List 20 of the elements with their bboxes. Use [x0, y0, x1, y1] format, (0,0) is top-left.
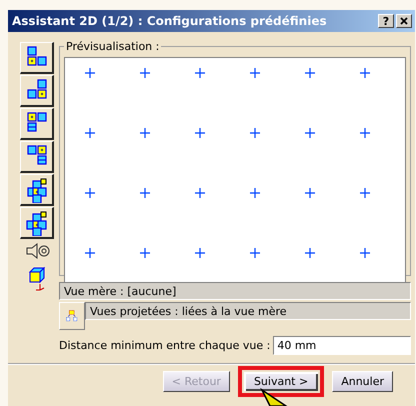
layout-button[interactable]: [20, 207, 54, 239]
layout-button[interactable]: [20, 174, 54, 206]
dialog-button[interactable]: Suivant >: [238, 366, 324, 397]
parent-view-field: Vue mère : [aucune]: [59, 282, 411, 300]
close-icon: [400, 17, 408, 25]
help-button[interactable]: ?: [378, 14, 394, 28]
dialog-button[interactable]: Annuler: [332, 371, 393, 392]
distance-label: Distance minimum entre chaque vue :: [59, 339, 270, 352]
view-layout-icon: [24, 210, 50, 236]
cursor-arrow-icon: [260, 388, 290, 406]
preview-label: Prévisualisation :: [65, 40, 160, 53]
projected-views-field: Vues projetées : liées à la vue mère: [85, 302, 411, 320]
layout-button[interactable]: [20, 108, 54, 140]
window-title: Assistant 2D (1/2) : Configurations prédéfinies: [12, 14, 328, 28]
projection-button[interactable]: [59, 302, 85, 330]
layout-button[interactable]: [20, 75, 54, 107]
layout-button[interactable]: [20, 141, 54, 173]
layout-button[interactable]: [20, 42, 54, 74]
distance-input[interactable]: 40 mm: [273, 336, 411, 355]
close-button[interactable]: [396, 14, 412, 28]
